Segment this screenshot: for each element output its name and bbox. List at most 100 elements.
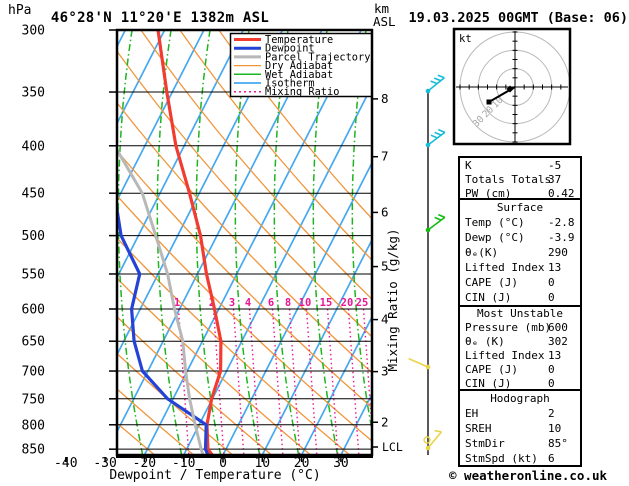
pressure-tick-label: 700 bbox=[22, 365, 45, 380]
table-row: CIN (J) 0 bbox=[460, 290, 580, 305]
table-row: Temp (°C) -2.8 bbox=[460, 215, 580, 230]
wind-barb-dot bbox=[425, 88, 431, 94]
mixing-ratio-label: 20 bbox=[341, 297, 354, 309]
pressure-tick-label: 800 bbox=[22, 418, 45, 433]
table-row: StmDir 85° bbox=[460, 436, 580, 451]
table-row: Pressure (mb) 600 bbox=[460, 321, 580, 335]
row-value: -2.8 bbox=[548, 216, 575, 229]
row-value: 37 bbox=[548, 173, 562, 186]
table-title: Surface bbox=[496, 201, 544, 214]
wind-barb-dot bbox=[425, 364, 431, 370]
row-label: Totals Totals bbox=[465, 173, 552, 186]
row-label: θₑ(K) bbox=[465, 246, 499, 259]
table-row: θₑ (K) 302 bbox=[460, 335, 580, 349]
row-label: CAPE (J) bbox=[465, 276, 518, 289]
wind-barb bbox=[423, 429, 443, 451]
row-value: 10 bbox=[548, 422, 562, 435]
temperature-axis-title: Dewpoint / Temperature (°C) bbox=[109, 468, 321, 483]
table-title: Hodograph bbox=[490, 392, 550, 405]
hodograph-plot: 102030kt bbox=[452, 27, 572, 146]
station-title: 46°28'N 11°20'E 1382m ASL bbox=[50, 10, 270, 26]
hodograph-table: Hodograph EH 2 SREH 10 StmDir 85° StmSpd (k… bbox=[458, 389, 582, 467]
wet-adiabat-line bbox=[79, 30, 103, 455]
row-value: 0 bbox=[548, 363, 555, 376]
calm-circle bbox=[423, 436, 431, 444]
table-row: Lifted Index 13 bbox=[460, 349, 580, 363]
lcl-label: LCL bbox=[382, 440, 403, 454]
isotherm-line bbox=[117, 30, 127, 49]
row-value: 0 bbox=[548, 291, 555, 304]
isotherm-line bbox=[117, 30, 245, 280]
wind-barb-dot bbox=[425, 445, 431, 451]
row-label: Temp (°C) bbox=[465, 216, 525, 229]
km-tick-label: 2 bbox=[381, 414, 389, 429]
mixing-ratio-label: 15 bbox=[320, 297, 333, 309]
isotherm-line bbox=[0, 30, 7, 455]
mixing-ratio-line bbox=[288, 308, 301, 455]
wind-barb-dot bbox=[425, 142, 431, 148]
row-label: EH bbox=[465, 407, 479, 420]
table-row: θₑ(K) 290 bbox=[460, 245, 580, 260]
pressure-tick-label: 850 bbox=[22, 443, 45, 458]
table-row: StmSpd (kt) 6 bbox=[460, 451, 580, 466]
table-row: Dewp (°C) -3.9 bbox=[460, 230, 580, 245]
indices-table: K -5 Totals Totals 37 PW (cm) 0.42 bbox=[458, 156, 582, 200]
mixing-ratio-label: 4 bbox=[245, 297, 251, 309]
mixing-ratio-label: 3 bbox=[229, 297, 235, 309]
row-value: 290 bbox=[548, 246, 568, 259]
mixing-ratio-label: 10 bbox=[299, 297, 312, 309]
pressure-axis: 300350400450500550600650700750800850 bbox=[22, 24, 116, 458]
table-row: Totals Totals 37 bbox=[460, 173, 580, 187]
pressure-tick-label: 600 bbox=[22, 302, 45, 317]
row-value: 6 bbox=[548, 452, 555, 465]
mixing-ratio-axis-title: Mixing Ratio (g/kg) bbox=[385, 229, 400, 372]
km-tick-label: 6 bbox=[381, 204, 389, 219]
row-value: 600 bbox=[548, 321, 568, 334]
row-value: 13 bbox=[548, 349, 562, 362]
row-label: StmSpd (kt) bbox=[465, 452, 538, 465]
row-value: 13 bbox=[548, 261, 562, 274]
legend-label: Mixing Ratio bbox=[265, 86, 339, 98]
most-unstable-table: Most Unstable Pressure (mb) 600 θₑ (K) 302… bbox=[458, 305, 582, 391]
table-title: Most Unstable bbox=[476, 307, 564, 320]
row-value: -3.9 bbox=[548, 231, 575, 244]
pressure-tick-label: 650 bbox=[22, 335, 45, 350]
pressure-tick-label: 500 bbox=[22, 229, 45, 244]
row-label: Dewp (°C) bbox=[465, 231, 525, 244]
row-label: θₑ (K) bbox=[465, 335, 505, 348]
km-tick-label: 7 bbox=[381, 149, 389, 164]
km-tick-label: 8 bbox=[381, 91, 389, 106]
table-row: CAPE (J) 0 bbox=[460, 363, 580, 377]
row-value: -5 bbox=[548, 159, 562, 172]
mixing-ratio-label: 6 bbox=[268, 297, 274, 309]
wet-adiabat-line bbox=[586, 30, 610, 455]
row-value: 302 bbox=[548, 335, 568, 348]
row-label: Lifted Index bbox=[465, 349, 545, 362]
hodograph-unit-label: kt bbox=[459, 33, 472, 45]
table-row: K -5 bbox=[460, 159, 580, 173]
pressure-axis-unit: hPa bbox=[8, 3, 32, 18]
table-row: EH 2 bbox=[460, 406, 580, 421]
wind-barb bbox=[408, 357, 431, 370]
mixing-ratio-label: 25 bbox=[356, 297, 369, 309]
mixing-ratio-line bbox=[248, 308, 261, 455]
pressure-tick-label: 350 bbox=[22, 86, 45, 101]
altitude-axis: 8765432LCLMixing Ratio (g/kg) bbox=[372, 91, 403, 454]
mixing-ratio-line bbox=[305, 308, 318, 455]
wind-barb-dot bbox=[425, 227, 431, 233]
row-label: Lifted Index bbox=[465, 261, 545, 274]
row-label: K bbox=[465, 159, 472, 172]
row-value: 2 bbox=[548, 407, 555, 420]
mixing-ratio-line bbox=[347, 308, 360, 455]
table-row: CAPE (J) 0 bbox=[460, 275, 580, 290]
row-label: CIN (J) bbox=[465, 291, 512, 304]
row-label: CAPE (J) bbox=[465, 363, 518, 376]
dry-adiabat-line bbox=[0, 30, 116, 455]
run-date-header: 19.03.2025 00GMT (Base: 06) bbox=[408, 10, 628, 26]
row-label: Pressure (mb) bbox=[465, 321, 552, 334]
wind-barb bbox=[425, 74, 445, 94]
temperature-tick-label: -40 bbox=[54, 456, 77, 471]
hodograph-trace-endpoint bbox=[486, 99, 492, 105]
row-value: 0 bbox=[548, 276, 555, 289]
skewt-screenshot: 1 2 3 4 6 8 10 15 20 25 300 350 400 450 500 550 600 650 70… bbox=[0, 0, 629, 486]
